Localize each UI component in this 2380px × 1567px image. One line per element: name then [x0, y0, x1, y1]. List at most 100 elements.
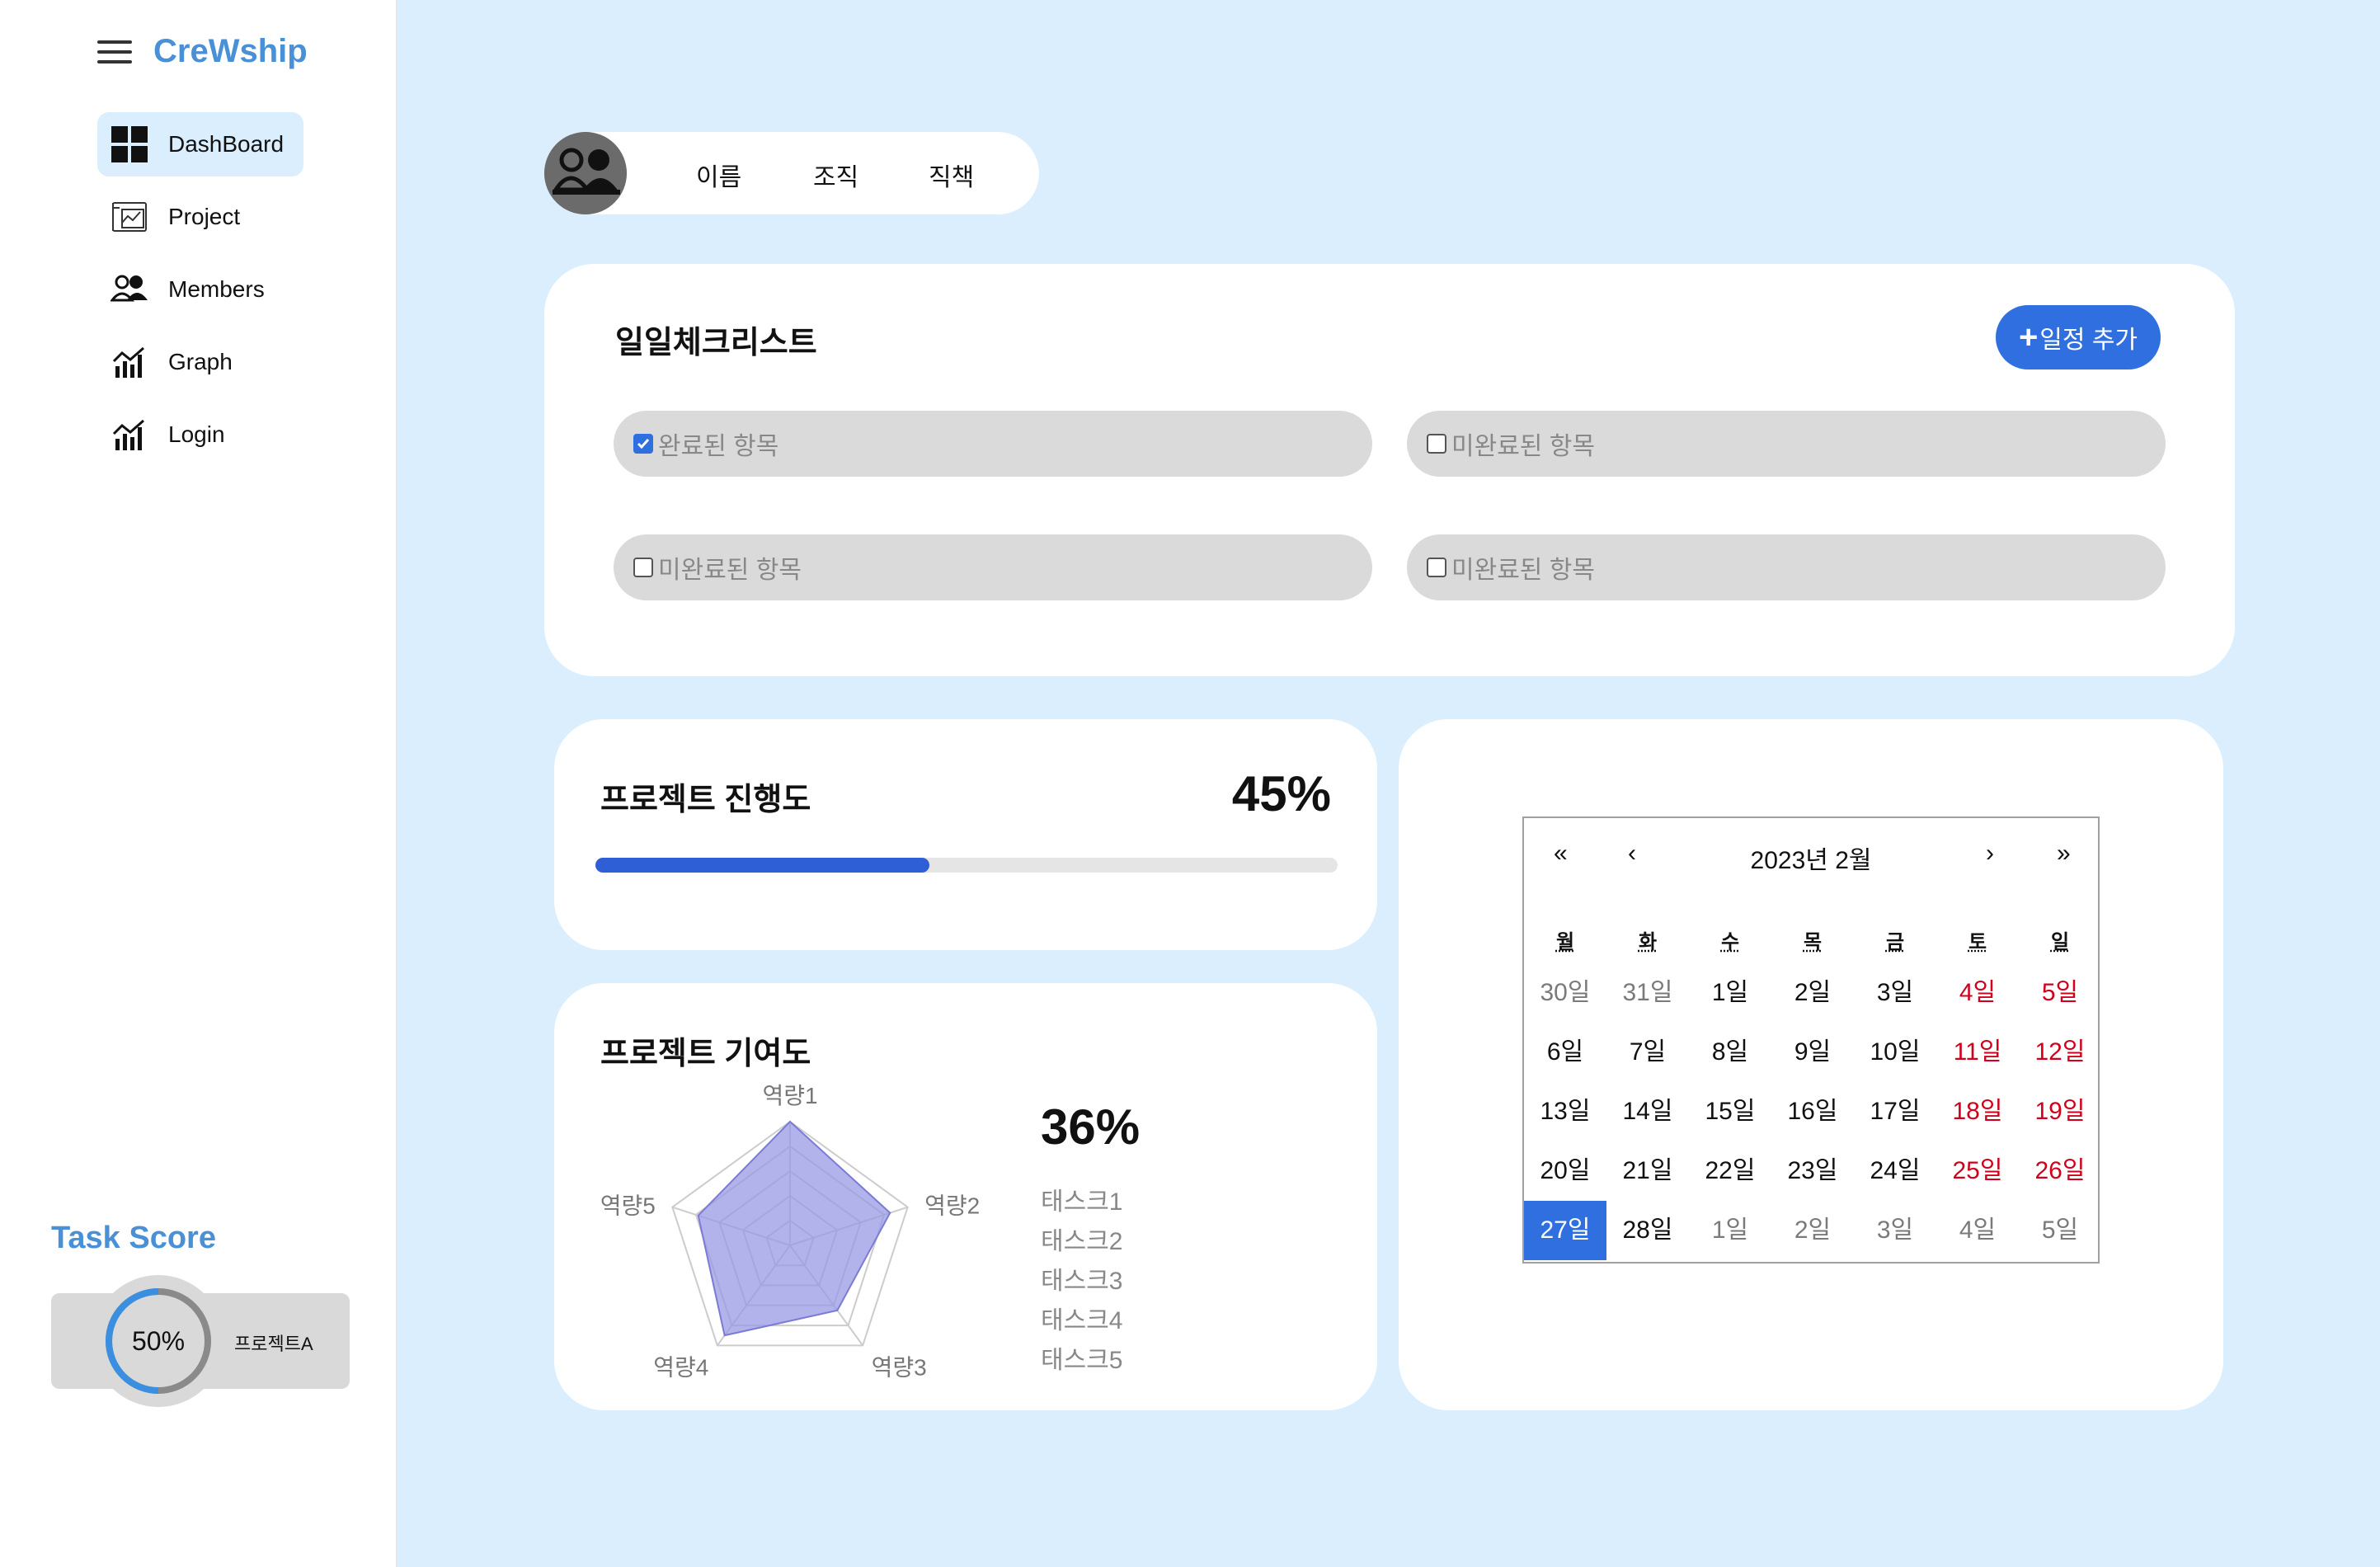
sidebar-item-label: Login	[168, 421, 225, 447]
radar-data-area	[697, 1120, 891, 1337]
checklist-item-label: 미완료된 항목	[1451, 557, 1595, 584]
sidebar-item-graph[interactable]: Graph	[97, 330, 303, 394]
next-year-button[interactable]: »	[2057, 840, 2071, 868]
calendar-day[interactable]: 4일	[1936, 963, 2019, 1023]
checkbox[interactable]	[633, 558, 653, 577]
brand-name: CreWship	[153, 33, 308, 69]
calendar-day[interactable]: 18일	[1936, 1082, 2019, 1141]
progress-bar	[595, 858, 1338, 873]
next-month-button[interactable]: ›	[1986, 840, 1994, 868]
checklist-item[interactable]: 미완료된 항목	[1407, 534, 2166, 600]
calendar-day[interactable]: 2일	[1771, 1201, 1854, 1260]
checklist-item[interactable]: 미완료된 항목	[614, 534, 1372, 600]
calendar-day[interactable]: 12일	[2019, 1023, 2101, 1082]
profile-name: 이름	[696, 164, 742, 191]
calendar-day[interactable]: 16일	[1771, 1082, 1854, 1141]
add-schedule-button[interactable]: + 일정 추가	[1996, 305, 2161, 369]
calendar-weekday: 금	[1885, 931, 1905, 953]
calendar-month-title[interactable]: 2023년 2월	[1524, 840, 2098, 876]
score-progress-ring: 50%	[92, 1275, 224, 1407]
score-project-name: 프로젝트A	[234, 1334, 313, 1354]
calendar-day[interactable]: 31일	[1606, 963, 1689, 1023]
user-group-icon	[544, 132, 627, 214]
radar-axis-label: 역량4	[653, 1354, 708, 1380]
project-icon	[111, 198, 148, 236]
task-list: 태스크1 태스크2 태스크3 태스크4 태스크5	[1041, 1183, 1123, 1381]
members-icon	[111, 271, 148, 308]
calendar-weekday: 수	[1720, 931, 1740, 953]
dashboard-icon	[111, 125, 148, 163]
calendar-weekday: 일	[2050, 931, 2070, 953]
progress-bar-fill	[595, 858, 929, 873]
calendar-day[interactable]: 7일	[1606, 1023, 1689, 1082]
calendar-weekday: 토	[1968, 931, 1987, 953]
calendar-day[interactable]: 1일	[1689, 963, 1771, 1023]
sidebar-item-dashboard[interactable]: DashBoard	[97, 112, 303, 176]
daily-checklist-card: 일일체크리스트 + 일정 추가 완료된 항목 미완료된 항목 미완료된 항목 미…	[544, 264, 2235, 676]
calendar-day[interactable]: 3일	[1854, 1201, 1936, 1260]
radar-axis-label: 역량5	[600, 1193, 656, 1219]
calendar-day[interactable]: 5일	[2019, 963, 2101, 1023]
calendar-day[interactable]: 6일	[1524, 1023, 1606, 1082]
sidebar-item-label: Graph	[168, 349, 233, 374]
calendar-day[interactable]: 8일	[1689, 1023, 1771, 1082]
calendar-day[interactable]: 10일	[1854, 1023, 1936, 1082]
brand: CreWship	[97, 33, 308, 70]
calendar-day[interactable]: 13일	[1524, 1082, 1606, 1141]
calendar-day-selected[interactable]: 27일	[1524, 1201, 1606, 1260]
sidebar-item-label: Project	[168, 204, 241, 229]
calendar-day[interactable]: 5일	[2019, 1201, 2101, 1260]
sidebar: CreWship DashBoard Project Members Graph	[0, 0, 397, 1567]
calendar-day[interactable]: 1일	[1689, 1201, 1771, 1260]
score-percent: 50%	[131, 1325, 186, 1356]
calendar-day[interactable]: 3일	[1854, 963, 1936, 1023]
checkbox[interactable]	[1427, 558, 1446, 577]
graph-icon	[111, 416, 148, 454]
calendar-weekday: 월	[1555, 931, 1575, 953]
calendar-day[interactable]: 22일	[1689, 1141, 1771, 1201]
plus-icon: +	[2018, 318, 2039, 355]
sidebar-item-login[interactable]: Login	[97, 402, 303, 467]
task-score-card[interactable]: 50% 프로젝트A	[51, 1275, 350, 1407]
add-schedule-label: 일정 추가	[2039, 327, 2138, 354]
checklist-item-label: 미완료된 항목	[1451, 433, 1595, 460]
calendar: « ‹ 2023년 2월 › » 월 화 수 목 금 토 일 30일 31일 1일 2일 3일 4일 5일…	[1522, 816, 2100, 1263]
calendar-day[interactable]: 11일	[1936, 1023, 2019, 1082]
calendar-day[interactable]: 23일	[1771, 1141, 1854, 1201]
calendar-day[interactable]: 25일	[1936, 1141, 2019, 1201]
checklist-item-label: 완료된 항목	[658, 433, 779, 460]
project-contribution-card: 프로젝트 기여도 역량1 역량2 역량3 역량4 역량5 36% 태스크1 태스크2 태…	[554, 983, 1377, 1410]
project-progress-card: 프로젝트 진행도 45%	[554, 719, 1377, 950]
calendar-day[interactable]: 17일	[1854, 1082, 1936, 1141]
calendar-day[interactable]: 19일	[2019, 1082, 2101, 1141]
task-item: 태스크1	[1041, 1188, 1123, 1216]
sidebar-item-label: DashBoard	[168, 131, 285, 157]
contribution-percent: 36%	[1041, 1099, 1141, 1155]
task-item: 태스크5	[1041, 1347, 1123, 1374]
checklist-item[interactable]: 미완료된 항목	[1407, 411, 2166, 477]
calendar-day[interactable]: 4일	[1936, 1201, 2019, 1260]
progress-title: 프로젝트 진행도	[600, 783, 811, 817]
calendar-day[interactable]: 2일	[1771, 963, 1854, 1023]
checkbox[interactable]	[1427, 434, 1446, 454]
graph-icon	[111, 343, 148, 381]
checkbox-checked[interactable]	[633, 434, 653, 454]
calendar-day[interactable]: 24일	[1854, 1141, 1936, 1201]
calendar-day[interactable]: 9일	[1771, 1023, 1854, 1082]
calendar-day[interactable]: 28일	[1606, 1201, 1689, 1260]
sidebar-item-project[interactable]: Project	[97, 185, 303, 249]
calendar-day[interactable]: 14일	[1606, 1082, 1689, 1141]
calendar-day[interactable]: 20일	[1524, 1141, 1606, 1201]
calendar-day[interactable]: 26일	[2019, 1141, 2101, 1201]
hamburger-menu-icon[interactable]	[97, 40, 132, 64]
calendar-day[interactable]: 21일	[1606, 1141, 1689, 1201]
radar-axis-label: 역량3	[872, 1354, 927, 1380]
avatar[interactable]	[544, 132, 627, 214]
calendar-card: « ‹ 2023년 2월 › » 월 화 수 목 금 토 일 30일 31일 1일 2일 3일 4일 5일…	[1399, 719, 2223, 1410]
task-score-title: Task Score	[51, 1221, 216, 1255]
profile-role: 직책	[929, 164, 975, 191]
checklist-item[interactable]: 완료된 항목	[614, 411, 1372, 477]
calendar-day[interactable]: 15일	[1689, 1082, 1771, 1141]
sidebar-item-members[interactable]: Members	[97, 257, 303, 322]
calendar-day[interactable]: 30일	[1524, 963, 1606, 1023]
